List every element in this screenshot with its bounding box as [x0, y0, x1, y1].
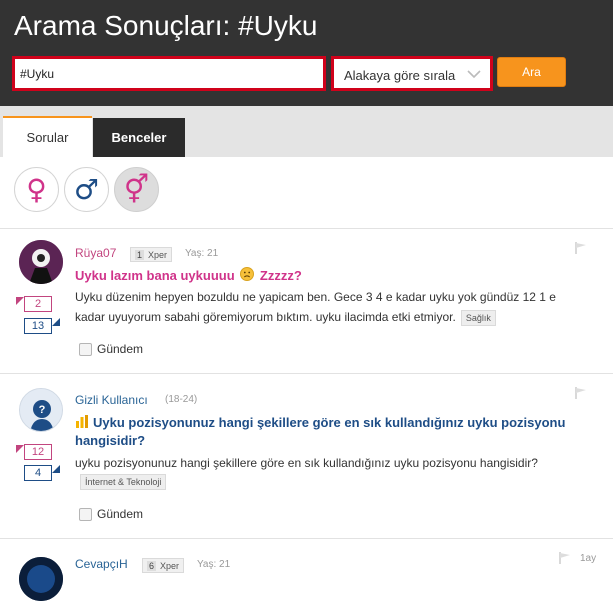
svg-text:?: ? [39, 404, 46, 416]
category-tag[interactable]: Sağlık [460, 309, 496, 326]
username[interactable]: Rüya07 [75, 246, 116, 260]
gundem-checkbox[interactable] [79, 342, 92, 356]
username[interactable]: CevapçıH [75, 557, 128, 571]
question-body: uyku pozisyonunuz hangi şekillere göre e… [75, 456, 538, 470]
male-filter-button[interactable]: ♂ [64, 167, 109, 212]
upvote-count[interactable]: 2 [24, 296, 52, 312]
search-field-wrapper[interactable] [12, 56, 326, 91]
gundem-checkbox-row[interactable]: Gündem [79, 342, 143, 356]
flag-icon[interactable] [558, 551, 572, 565]
user-age: Yaş: 21 [197, 559, 231, 570]
level-badge: 1 Xper [130, 247, 173, 262]
question-item: CevapçıH 6 Xper Yaş: 21 1ay [0, 539, 613, 601]
question-body: Uyku düzenim hepyen bozuldu ne yapicam b… [75, 287, 575, 327]
search-button[interactable]: Ara [497, 57, 566, 87]
tab-opinions[interactable]: Benceler [93, 118, 185, 157]
tab-questions[interactable]: Sorular [3, 116, 92, 157]
anonymous-avatar: ? [19, 388, 63, 432]
gender-filter-row: ♀ ♂ ⚥ [0, 157, 613, 229]
tab-bar: Sorular Benceler [0, 106, 613, 157]
sad-emoji-icon [240, 267, 255, 281]
flag-icon[interactable] [574, 386, 588, 400]
poll-icon [76, 415, 88, 428]
chevron-down-icon [467, 70, 481, 79]
downvote-triangle [52, 465, 60, 473]
level-badge: 6 Xper [142, 558, 185, 573]
question-title[interactable]: Uyku lazım bana uykuuuu Zzzzz? [75, 267, 302, 285]
search-input[interactable] [15, 59, 323, 88]
question-title[interactable]: Uyku pozisyonunuz hangi şekillere göre e… [75, 414, 575, 450]
avatar[interactable] [19, 557, 63, 601]
question-title-text: Uyku pozisyonunuz hangi şekillere göre e… [75, 415, 566, 448]
sort-select[interactable]: Alakaya göre sırala [331, 56, 493, 91]
female-icon: ♀ [26, 173, 47, 206]
downvote-triangle [52, 318, 60, 326]
level-label: Xper [160, 560, 180, 571]
question-title-text: Uyku lazım bana uykuuuu [75, 268, 235, 283]
question-item: Rüya07 1 Xper Yaş: 21 Uyku lazım bana uy… [0, 229, 613, 374]
upvote-triangle [16, 445, 24, 453]
downvote-count[interactable]: 13 [24, 318, 52, 334]
flag-icon[interactable] [574, 241, 588, 255]
level-number: 1 [135, 249, 145, 260]
user-age: Yaş: 21 [185, 248, 219, 259]
downvote-count[interactable]: 4 [24, 465, 52, 481]
upvote-count[interactable]: 12 [24, 444, 52, 460]
upvote-triangle [16, 297, 24, 305]
unisex-filter-button[interactable]: ⚥ [114, 167, 159, 212]
gundem-label: Gündem [97, 342, 144, 356]
category-tag[interactable]: İnternet & Teknoloji [80, 474, 167, 490]
female-filter-button[interactable]: ♀ [14, 167, 59, 212]
user-age-range: (18-24) [165, 394, 198, 405]
unisex-icon: ⚥ [123, 173, 150, 206]
gundem-label: Gündem [97, 507, 144, 521]
page-title: Arama Sonuçları: #Uyku [14, 10, 318, 41]
level-number: 6 [147, 560, 157, 571]
level-label: Xper [148, 249, 168, 260]
question-item: ? Gizli Kullanıcı (18-24) Uyku pozisyonu… [0, 374, 613, 539]
gundem-checkbox[interactable] [79, 507, 92, 521]
search-header: Arama Sonuçları: #Uyku Alakaya göre sıra… [0, 0, 613, 106]
male-icon: ♂ [73, 173, 100, 206]
username: Gizli Kullanıcı [75, 393, 148, 407]
avatar[interactable] [19, 240, 63, 284]
question-title-suffix: Zzzzz? [259, 268, 302, 283]
gundem-checkbox-row[interactable]: Gündem [79, 507, 143, 521]
sort-select-label: Alakaya göre sırala [344, 68, 456, 83]
post-time: 1ay [580, 553, 597, 564]
